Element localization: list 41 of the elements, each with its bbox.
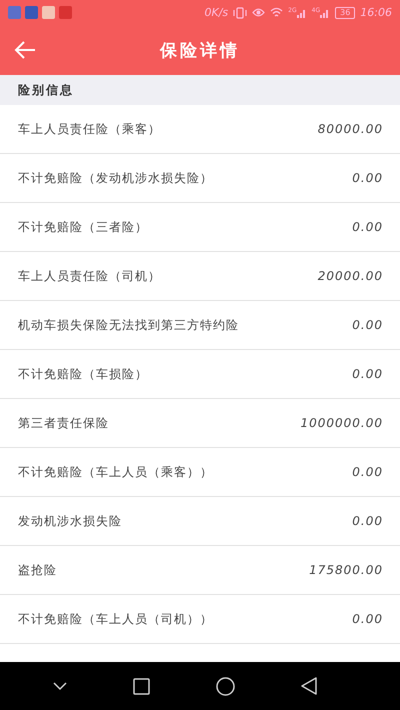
battery-indicator: 36 (335, 6, 356, 18)
clock: 16:06 (360, 6, 392, 19)
coverage-name: 机动车损失保险无法找到第三方特约险 (18, 316, 239, 334)
signal-icon (320, 8, 330, 18)
coverage-amount: 80000.00 (318, 122, 383, 136)
chevron-down-icon[interactable] (53, 682, 67, 690)
coverage-name: 第三者责任保险 (18, 414, 109, 432)
coverage-amount: 0.00 (352, 367, 383, 381)
coverage-name: 车上人员责任险（司机） (18, 268, 161, 284)
vibrate-icon (233, 6, 248, 18)
section-title: 险别信息 (18, 82, 74, 98)
coverage-amount: 0.00 (352, 318, 383, 332)
coverage-name: 不计免赔险（车损险） (18, 366, 148, 382)
app-icon (42, 6, 55, 19)
app-icon (59, 6, 72, 19)
back-button[interactable] (14, 40, 38, 60)
coverage-amount: 0.00 (352, 220, 383, 234)
back-icon[interactable] (301, 677, 317, 695)
coverage-amount: 1000000.00 (300, 416, 383, 430)
coverage-amount: 0.00 (352, 465, 383, 479)
coverage-amount: 0.00 (352, 612, 383, 626)
app-icon (25, 6, 38, 19)
page-title: 保险详情 (160, 40, 240, 62)
coverage-amount: 0.00 (352, 514, 383, 528)
network-speed: 0K/s (204, 6, 228, 19)
coverage-name: 盗抢险 (18, 562, 57, 578)
app-icon (8, 6, 21, 19)
coverage-name: 不计免赔险（车上人员（司机）） (18, 610, 213, 628)
home-icon[interactable] (216, 676, 235, 696)
recent-apps-icon[interactable] (133, 678, 150, 694)
coverage-name: 不计免赔险（发动机涉水损失险） (18, 170, 213, 186)
coverage-name: 发动机涉水损失险 (18, 512, 122, 530)
coverage-name: 车上人员责任险（乘客） (18, 120, 161, 138)
eye-icon (252, 7, 266, 18)
signal-icon (296, 8, 307, 18)
wifi-icon (270, 7, 284, 18)
coverage-amount: 0.00 (352, 171, 383, 185)
coverage-name: 不计免赔险（三者险） (18, 218, 148, 236)
coverage-amount: 175800.00 (309, 563, 383, 577)
coverage-amount: 20000.00 (318, 269, 383, 283)
coverage-name: 不计免赔险（车上人员（乘客）） (18, 464, 213, 480)
